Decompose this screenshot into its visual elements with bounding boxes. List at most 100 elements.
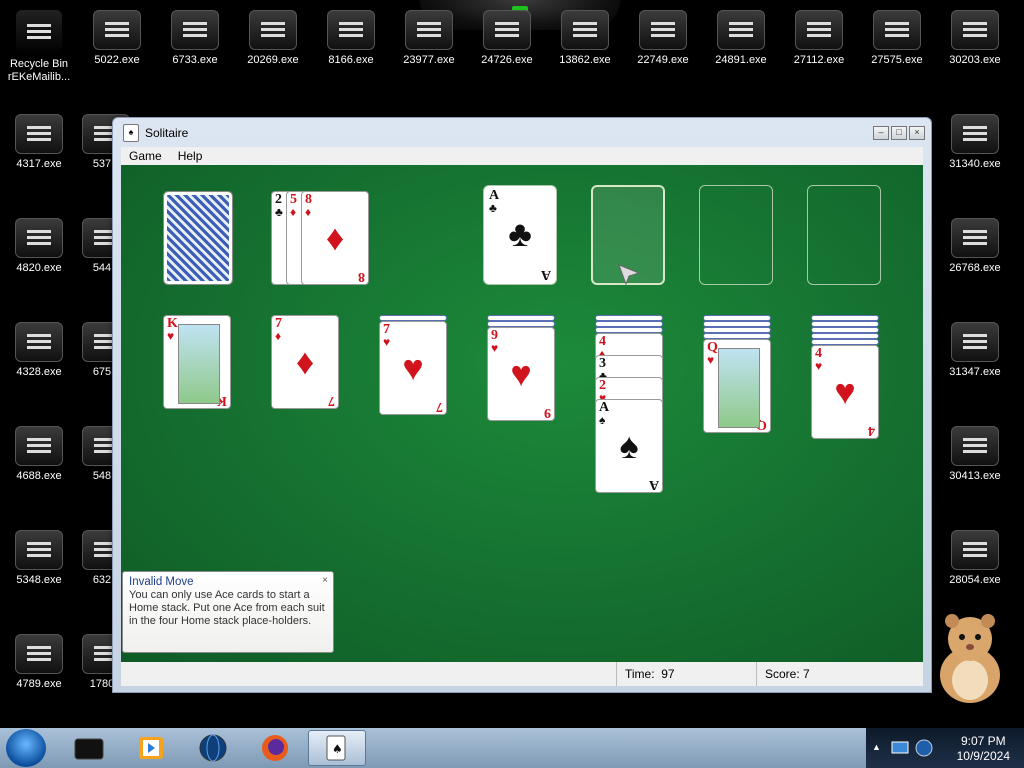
exe-file-icon xyxy=(951,530,999,570)
exe-file-icon xyxy=(15,634,63,674)
desktop-icon-label: 26768.exe xyxy=(949,262,1001,274)
taskbar-app-solitaire[interactable]: ♠ xyxy=(308,730,366,766)
exe-file-icon xyxy=(15,426,63,466)
desktop-icon-label: 24891.exe xyxy=(715,54,767,66)
desktop-icon-31347[interactable]: 31347.exe xyxy=(940,322,1010,379)
desktop-icon-4688[interactable]: 4688.exe xyxy=(4,426,74,483)
time-label: Time: xyxy=(625,667,655,681)
desktop-icon-4317[interactable]: 4317.exe xyxy=(4,114,74,171)
desktop-icon-4820[interactable]: 4820.exe xyxy=(4,218,74,275)
system-tray: ▲ 9:07 PM 10/9/2024 xyxy=(866,728,1024,768)
exe-file-icon xyxy=(795,10,843,50)
desktop-icon-24891[interactable]: 24891.exe xyxy=(706,10,776,67)
card-pip: ♥ xyxy=(834,372,856,412)
desktop-icon-27112[interactable]: 27112.exe xyxy=(784,10,854,67)
card-suit: ♥ xyxy=(383,335,391,349)
desktop-icon-4789[interactable]: 4789.exe xyxy=(4,634,74,691)
menu-help[interactable]: Help xyxy=(170,149,211,163)
desktop-icon-30413[interactable]: 30413.exe xyxy=(940,426,1010,483)
taskbar-app-globe[interactable] xyxy=(184,730,242,766)
exe-file-icon xyxy=(93,10,141,50)
desktop-icon-5022[interactable]: 5022.exe xyxy=(82,10,152,67)
solitaire-app-icon: ♠ xyxy=(123,124,139,142)
recycle-bin-icon xyxy=(16,10,62,54)
exe-file-icon xyxy=(15,530,63,570)
card-suit: ♥ xyxy=(815,359,823,373)
desktop-icon-label: 4820.exe xyxy=(16,262,62,274)
foundation-3[interactable] xyxy=(699,185,773,285)
score-label: Score: xyxy=(765,667,800,681)
desktop-icon-27575[interactable]: 27575.exe xyxy=(862,10,932,67)
start-button[interactable] xyxy=(6,729,46,767)
desktop-icon-23977[interactable]: 23977.exe xyxy=(394,10,464,67)
exe-file-icon xyxy=(327,10,375,50)
desktop-icon-label: 28054.exe xyxy=(949,574,1001,586)
exe-file-icon xyxy=(717,10,765,50)
tooltip-close-button[interactable]: × xyxy=(322,574,328,587)
show-hidden-icons-icon[interactable]: ▲ xyxy=(872,742,881,752)
desktop-icon-label: 22749.exe xyxy=(637,54,689,66)
desktop-icon-sublabel: rEKeMailib... xyxy=(7,71,71,83)
tooltip-title: Invalid Move xyxy=(129,576,194,588)
invalid-move-tooltip: × Invalid Move You can only use Ace card… xyxy=(122,571,334,653)
playing-card[interactable]: 7 ♥ 7 ♥ xyxy=(379,321,447,415)
desktop-icon-31340[interactable]: 31340.exe xyxy=(940,114,1010,171)
status-bar: Time: 97 Score: 7 xyxy=(121,662,923,686)
taskbar-app-media[interactable] xyxy=(122,730,180,766)
desktop-icon-4328[interactable]: 4328.exe xyxy=(4,322,74,379)
desktop-icon-label: 31347.exe xyxy=(949,366,1001,378)
desktop-icon-24726[interactable]: 24726.exe xyxy=(472,10,542,67)
playing-card[interactable]: K ♥ K xyxy=(163,315,231,409)
menu-bar: Game Help xyxy=(121,147,923,165)
card-suit: ♥ xyxy=(707,353,715,367)
playing-card[interactable]: 8 ♦ 8 ♦ xyxy=(301,191,369,285)
desktop-icon-label: 27575.exe xyxy=(871,54,923,66)
desktop-icon-label: 4688.exe xyxy=(16,470,62,482)
desktop-icon-22749[interactable]: 22749.exe xyxy=(628,10,698,67)
playing-card[interactable]: 4 ♥ 4 ♥ xyxy=(811,345,879,439)
title-bar[interactable]: ♠ Solitaire xyxy=(113,118,931,148)
desktop-icon-13862[interactable]: 13862.exe xyxy=(550,10,620,67)
playing-card[interactable]: 7 ♦ 7 ♦ xyxy=(271,315,339,409)
taskbar-app-desktop[interactable] xyxy=(60,730,118,766)
network-icon[interactable] xyxy=(914,738,934,758)
desktop-icon-28054[interactable]: 28054.exe xyxy=(940,530,1010,587)
desktop-icon-5348[interactable]: 5348.exe xyxy=(4,530,74,587)
card-rank-bottom: A xyxy=(648,477,659,492)
menu-game[interactable]: Game xyxy=(121,149,170,163)
playing-card[interactable]: 9 ♥ 9 ♥ xyxy=(487,327,555,421)
clock[interactable]: 9:07 PM 10/9/2024 xyxy=(957,734,1010,764)
exe-file-icon xyxy=(15,114,63,154)
exe-file-icon xyxy=(483,10,531,50)
desktop-icon-label: 4328.exe xyxy=(16,366,62,378)
card-suit: ♣ xyxy=(489,201,497,215)
desktop-icon-label: 4789.exe xyxy=(16,678,62,690)
card-rank-bottom: 4 xyxy=(868,423,875,438)
exe-file-icon xyxy=(249,10,297,50)
taskbar-app-firefox[interactable] xyxy=(246,730,304,766)
card-suit: ♣ xyxy=(275,205,283,219)
foundation-1[interactable]: A ♣ ♣ A xyxy=(483,185,557,285)
display-icon[interactable] xyxy=(890,740,910,756)
desktop-icon-30203[interactable]: 30203.exe xyxy=(940,10,1010,67)
stock-pile[interactable] xyxy=(163,191,233,285)
firefox-icon xyxy=(262,735,288,761)
maximize-button[interactable]: □ xyxy=(891,126,907,140)
desktop-icon-6733[interactable]: 6733.exe xyxy=(160,10,230,67)
svg-text:♠: ♠ xyxy=(332,742,343,756)
minimize-button[interactable]: – xyxy=(873,126,889,140)
desktop-icon-label: 5348.exe xyxy=(16,574,62,586)
desktop-icon-8166[interactable]: 8166.exe xyxy=(316,10,386,67)
playing-card[interactable]: Q ♥ Q xyxy=(703,339,771,433)
close-button[interactable]: × xyxy=(909,126,925,140)
playing-card[interactable]: A ♠ A ♠ xyxy=(595,399,663,493)
card-rank-bottom: 9 xyxy=(544,405,551,420)
card-rank-bottom: 7 xyxy=(436,399,443,414)
desktop-icon-26768[interactable]: 26768.exe xyxy=(940,218,1010,275)
foundation-2[interactable] xyxy=(591,185,665,285)
recycle-bin-icon[interactable]: Recycle Bin rEKeMailib... xyxy=(4,10,74,84)
foundation-4[interactable] xyxy=(807,185,881,285)
exe-file-icon xyxy=(951,218,999,258)
desktop-icon-20269[interactable]: 20269.exe xyxy=(238,10,308,67)
desktop-app-icon xyxy=(74,738,104,760)
